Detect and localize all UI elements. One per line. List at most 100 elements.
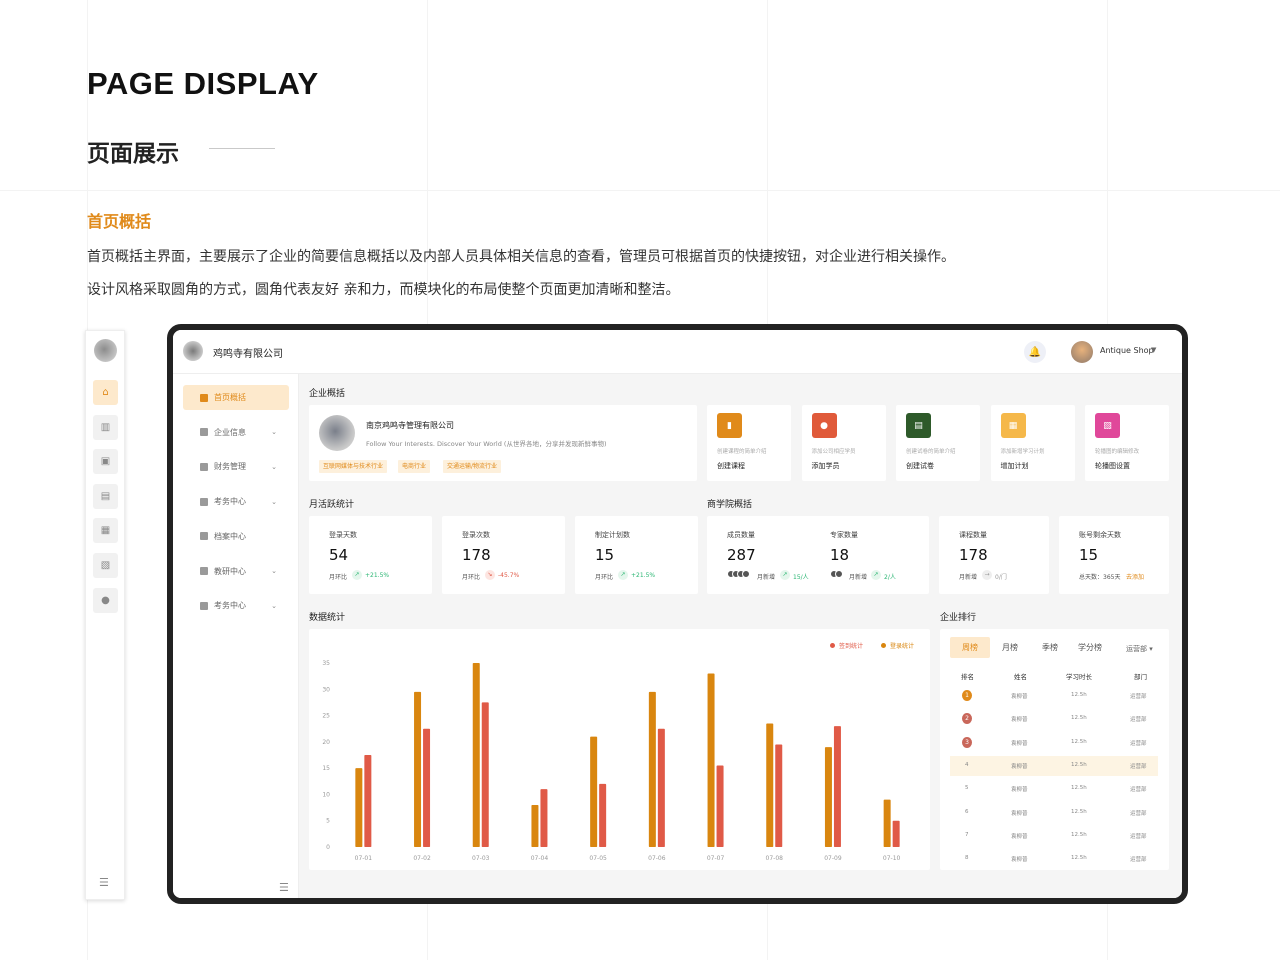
research-icon[interactable]: ▧ [93, 553, 118, 578]
days-label: 账号剩余天数 [1079, 531, 1121, 539]
courses-month-label: 月新增 [959, 574, 978, 581]
department: 运营部 [1130, 857, 1147, 864]
academy-members-card: 成员数量 287 月新增 ↗ 15/人 专家数量 18 月新增 ↗ 2/人 [707, 516, 929, 594]
stats-chart: 0 5 10 15 20 25 30 35 07-01 07-02 07-03 07-04 07-05 0… [309, 629, 930, 870]
ranking-tab[interactable]: 周榜 [950, 637, 990, 658]
bell-icon[interactable]: 🔔 [1024, 341, 1046, 363]
top-bar: 鸡鸣寺有限公司 🔔 Antique Shop ▼ [173, 330, 1182, 374]
quick-action-hint: 添加公司相应学员 [811, 449, 856, 455]
minus-circle-icon[interactable]: ● [93, 588, 118, 613]
bar-signin-07-09[interactable] [824, 747, 832, 847]
y-tick-label: 5 [326, 818, 330, 825]
experts-month-label: 月新增 [849, 574, 868, 581]
company-name: 鸡鸣寺有限公司 [213, 349, 283, 360]
bar-signin-07-01[interactable] [355, 768, 363, 847]
arrow-up-icon: ↗ [871, 570, 881, 580]
monthly-stat-card: 制定计划数 15 月环比 ↗ +21.5% [575, 516, 698, 594]
building-icon[interactable]: ▥ [93, 415, 118, 440]
x-tick-label: 07-09 [824, 855, 842, 862]
table-row[interactable]: 6 袁柳普 12.5h 运营部 [950, 803, 1158, 823]
bar-signin-07-10[interactable] [883, 799, 891, 847]
x-tick-label: 07-08 [766, 855, 784, 862]
bar-login-07-01[interactable] [364, 755, 372, 847]
add-days-link[interactable]: 去添加 [1126, 572, 1144, 581]
bar-signin-07-03[interactable] [472, 663, 480, 847]
description-line-1: 首页概括主界面，主要展示了企业的简要信息概括以及内部人员具体相关信息的查看，管理… [87, 249, 955, 265]
quick-action-5[interactable]: ▧ 轮播图的编辑修改 轮播图设置 [1085, 405, 1169, 481]
sidebar-item[interactable]: 考务中心 ⌄ [183, 489, 289, 514]
chevron-down-icon: ⌄ [271, 462, 277, 471]
menu-icon [200, 601, 208, 610]
table-row[interactable]: 2 袁柳普 12.5h 运营部 [950, 709, 1158, 729]
bar-login-07-08[interactable] [775, 744, 783, 847]
collapse-menu-icon[interactable]: ☰ [279, 881, 289, 894]
sidebar-item[interactable]: 企业信息 ⌄ [183, 420, 289, 445]
bar-login-07-07[interactable] [716, 765, 724, 847]
user-name[interactable]: Antique Shop [1100, 346, 1154, 355]
bar-signin-07-06[interactable] [648, 691, 656, 847]
bar-signin-07-05[interactable] [590, 736, 598, 847]
menu-icon [200, 532, 208, 541]
table-row[interactable]: 4 袁柳普 12.5h 运营部 [950, 755, 1158, 776]
archive-icon[interactable]: ▦ [93, 518, 118, 543]
arrow-up-icon: ↗ [618, 570, 628, 580]
sidebar-item[interactable]: 考务中心 ⌄ [183, 593, 289, 618]
table-row[interactable]: 8 袁柳普 12.5h 运营部 [950, 849, 1158, 869]
sidebar-item[interactable]: 财务管理 ⌄ [183, 454, 289, 479]
bar-signin-07-08[interactable] [766, 723, 774, 847]
table-row[interactable]: 3 袁柳普 12.5h 运营部 [950, 733, 1158, 753]
legend-label: 签到统计 [839, 643, 864, 650]
company-full-name: 南京鸡鸣寺管理有限公司 [366, 421, 454, 430]
sidebar-item[interactable]: 首页概括 [183, 385, 289, 410]
bar-signin-07-04[interactable] [531, 804, 539, 847]
days-value: 15 [1079, 546, 1099, 564]
medal-icon: 1 [962, 690, 972, 701]
company-slogan: Follow Your Interests. Discover Your Wor… [366, 440, 607, 448]
stat-label: 制定计划数 [595, 531, 630, 539]
bar-login-07-06[interactable] [657, 728, 665, 847]
quick-action-2[interactable]: ● 添加公司相应学员 添加学员 [801, 405, 886, 481]
table-row[interactable]: 5 袁柳普 12.5h 运营部 [950, 779, 1158, 799]
quick-action-1[interactable]: ▮ 创建课程的简单介绍 创建课程 [707, 405, 791, 481]
bar-signin-07-02[interactable] [414, 691, 422, 847]
member-name: 袁柳普 [1011, 763, 1028, 770]
exam-icon[interactable]: ▤ [93, 484, 118, 509]
user-avatar[interactable] [1071, 341, 1093, 363]
experts-label: 专家数量 [830, 531, 858, 539]
bar-signin-07-07[interactable] [707, 673, 715, 847]
ranking-tab[interactable]: 季榜 [1030, 637, 1070, 658]
stat-change: +21.5% [365, 572, 390, 579]
quick-action-3[interactable]: ▤ 创建试卷的简单介绍 创建试卷 [896, 405, 980, 481]
study-time: 12.5h [1071, 715, 1087, 722]
expand-menu-icon[interactable]: ☰ [99, 876, 109, 889]
bar-login-07-04[interactable] [540, 789, 548, 847]
department-filter[interactable]: 运营部 ▾ [1126, 644, 1153, 654]
ranking-tab[interactable]: 学分榜 [1070, 637, 1110, 658]
description-line-2: 设计风格采取圆角的方式，圆角代表友好 亲和力，而模块化的布局使整个页面更加清晰和… [87, 282, 680, 298]
account-days-card: 账号剩余天数 15 总天数：365天 去添加 [1059, 516, 1169, 594]
home-icon[interactable]: ⌂ [93, 380, 118, 405]
department-filter-label: 运营部 [1126, 645, 1147, 653]
table-row[interactable]: 1 袁柳普 12.5h 运营部 [950, 686, 1158, 706]
sidebar-item[interactable]: 教研中心 ⌄ [183, 559, 289, 584]
avatar[interactable] [94, 339, 117, 362]
bar-login-07-10[interactable] [892, 820, 900, 847]
stat-label: 登录次数 [462, 531, 490, 539]
rank-number: 6 [965, 808, 969, 815]
sidebar-item-label: 财务管理 [214, 462, 246, 472]
chevron-down-icon[interactable]: ▼ [1151, 346, 1156, 354]
bar-login-07-09[interactable] [833, 726, 841, 847]
bar-login-07-05[interactable] [599, 783, 607, 847]
bar-login-07-03[interactable] [481, 702, 489, 847]
member-name: 袁柳普 [1011, 857, 1028, 864]
experts-value: 18 [830, 546, 850, 564]
x-tick-label: 07-04 [531, 855, 549, 862]
table-row[interactable]: 7 袁柳普 12.5h 运营部 [950, 826, 1158, 846]
ranking-card: 周榜 月榜 季榜 学分榜 运营部 ▾ 排名 姓名 学习时长 部门 1 袁柳普 12.5h 运… [940, 629, 1169, 870]
ranking-tab[interactable]: 月榜 [990, 637, 1030, 658]
wallet-icon[interactable]: ▣ [93, 449, 118, 474]
bar-login-07-02[interactable] [423, 728, 431, 847]
sidebar-item[interactable]: 档案中心 [183, 524, 289, 549]
quick-action-4[interactable]: ▦ 添加新增学习计划 增加计划 [990, 405, 1075, 481]
page-subtitle: 页面展示 [87, 141, 179, 167]
